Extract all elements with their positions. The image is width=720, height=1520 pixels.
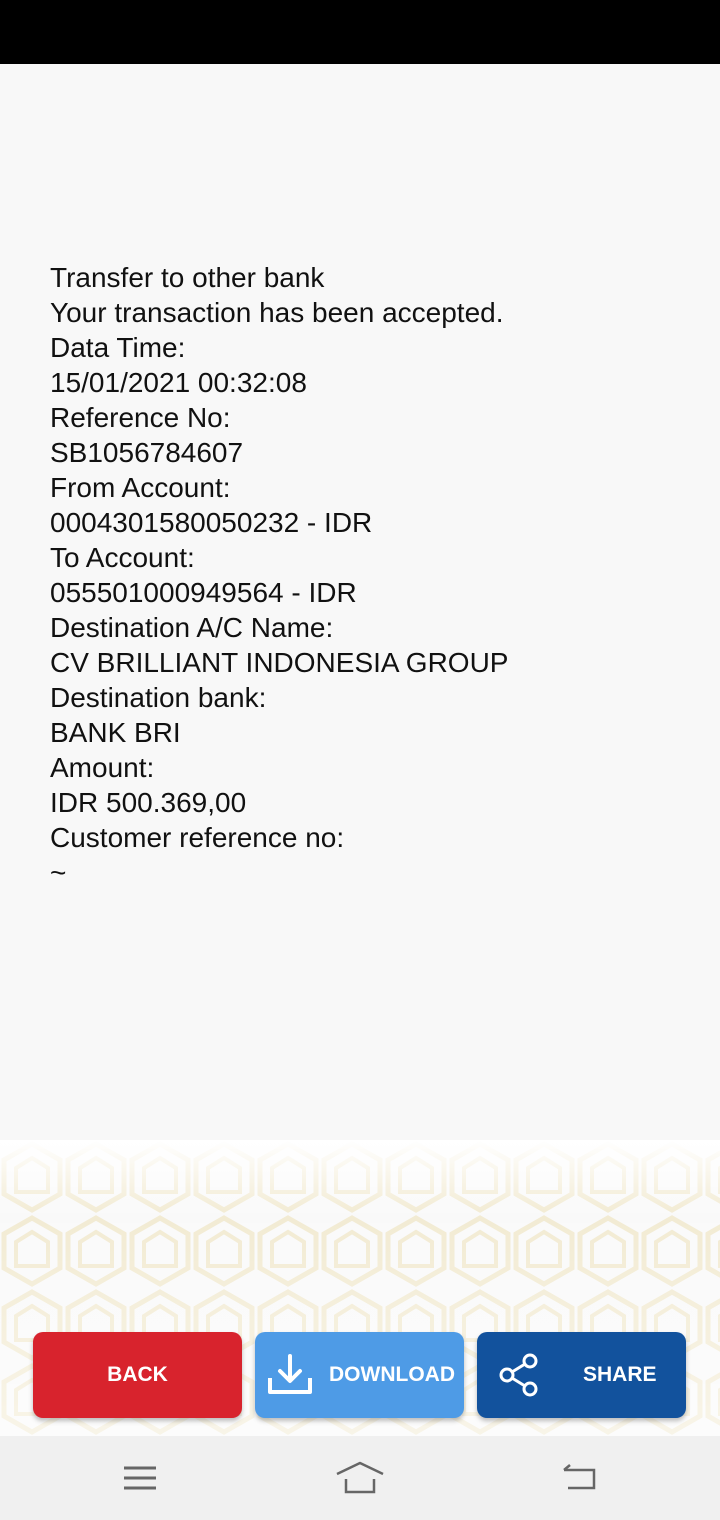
nav-back-button[interactable]	[550, 1456, 610, 1500]
transaction-receipt: Transfer to other bank Your transaction …	[50, 260, 670, 890]
date-time-value: 15/01/2021 00:32:08	[50, 367, 307, 398]
amount-label: Amount:	[50, 752, 155, 783]
reference-no-label: Reference No:	[50, 402, 231, 433]
download-button[interactable]: DOWNLOAD	[255, 1332, 464, 1418]
share-button-label: SHARE	[583, 1363, 657, 1386]
nav-menu-button[interactable]	[110, 1456, 170, 1500]
destination-name-value: CV BRILLIANT INDONESIA GROUP	[50, 647, 509, 678]
customer-reference-label: Customer reference no:	[50, 822, 345, 853]
from-account-value: 0004301580050232 - IDR	[50, 507, 373, 538]
destination-name-label: Destination A/C Name:	[50, 612, 334, 643]
back-button-label: BACK	[107, 1363, 168, 1386]
download-icon	[265, 1350, 315, 1400]
receipt-title: Transfer to other bank	[50, 262, 325, 293]
share-button[interactable]: SHARE	[477, 1332, 686, 1418]
customer-reference-value: ~	[50, 857, 67, 888]
to-account-value: 055501000949564 - IDR	[50, 577, 357, 608]
receipt-status-message: Your transaction has been accepted.	[50, 297, 504, 328]
from-account-label: From Account:	[50, 472, 231, 503]
nav-home-button[interactable]	[330, 1456, 390, 1500]
date-time-label: Data Time:	[50, 332, 186, 363]
download-button-label: DOWNLOAD	[329, 1363, 455, 1386]
system-navigation-bar	[0, 1436, 720, 1520]
destination-bank-value: BANK BRI	[50, 717, 181, 748]
home-icon	[336, 1461, 384, 1494]
destination-bank-label: Destination bank:	[50, 682, 267, 713]
reference-no-value: SB1056784607	[50, 437, 244, 468]
amount-value: IDR 500.369,00	[50, 787, 247, 818]
menu-icon	[124, 1466, 156, 1490]
status-bar	[0, 0, 720, 64]
back-icon	[563, 1464, 596, 1490]
share-icon	[495, 1350, 545, 1400]
back-button[interactable]: BACK	[33, 1332, 242, 1418]
to-account-label: To Account:	[50, 542, 195, 573]
